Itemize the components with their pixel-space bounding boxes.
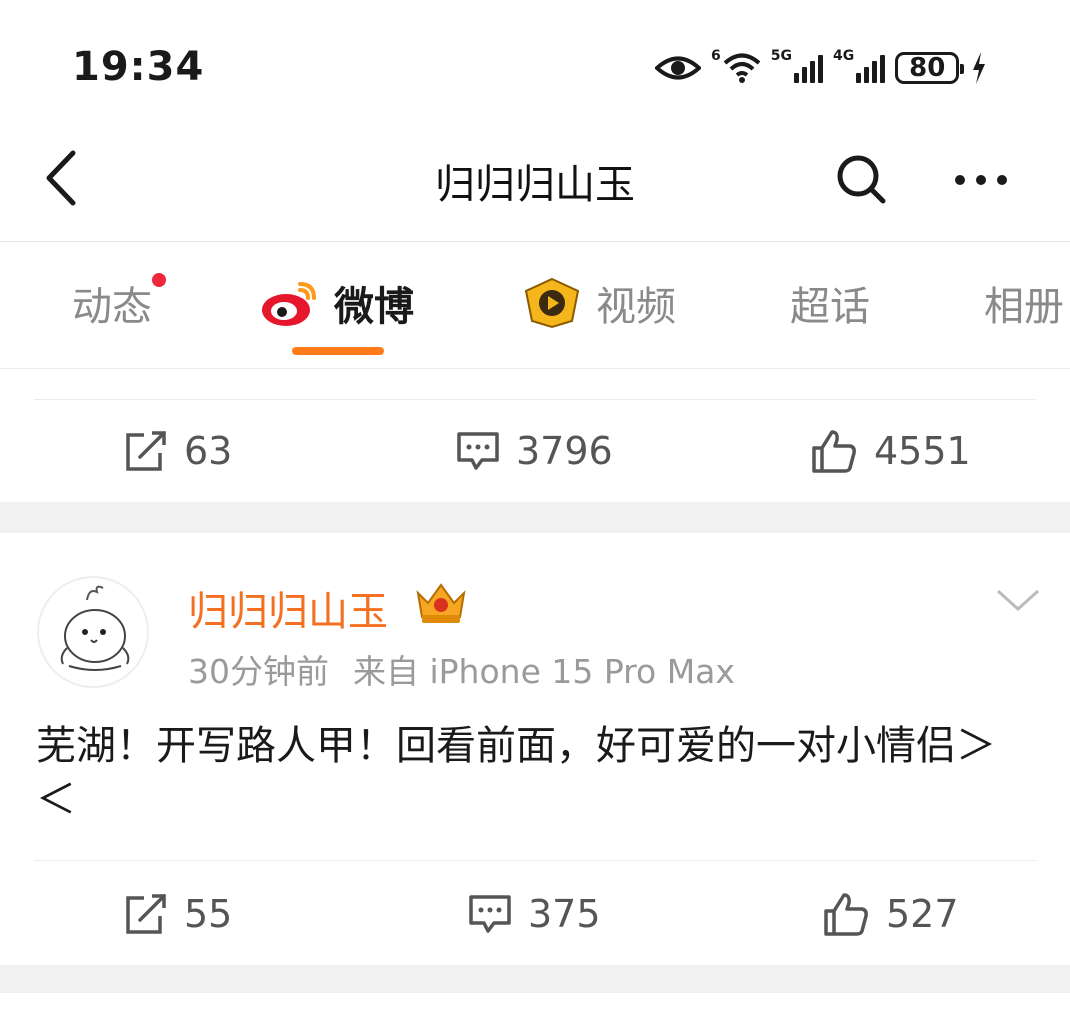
battery-level: 80 [909,53,946,83]
tab-label: 动态 [72,284,152,330]
tab-label: 微博 [334,284,414,330]
status-bar: 19:34 6 5G 4G 80 [0,0,1070,130]
active-tab-indicator [292,347,384,355]
repost-icon [126,431,166,471]
comment-count: 375 [528,892,601,936]
charging-bolt-icon [973,52,986,84]
tab-video[interactable]: 视频 [522,273,676,333]
repost-button[interactable]: 55 [122,863,232,965]
repost-icon [126,894,166,934]
status-time: 19:34 [72,44,205,90]
like-button[interactable]: 527 [822,863,959,965]
thumbs-up-icon [824,893,868,936]
tab-super-topic[interactable]: 超话 [790,273,870,333]
tab-label: 超话 [790,284,870,330]
tab-dynamics[interactable]: 动态 [72,273,166,333]
sim2-network-label: 4G [832,48,855,64]
page-title: 归归归山玉 [435,162,635,208]
post-content[interactable]: 芜湖！开写路人甲！回看前面，好可爱的一对小情侣＞ ＜ [36,719,1036,827]
search-icon [837,155,886,204]
tab-label: 视频 [596,284,676,330]
profile-header: 归归归山玉 [0,130,1070,242]
chevron-down-icon [996,589,1040,612]
post-menu-button[interactable] [994,581,1042,621]
more-options-button[interactable] [946,150,1016,210]
avatar[interactable] [37,576,149,688]
profile-tabs: 动态 微博 视频 超话 相册 [0,243,1070,369]
repost-count: 63 [184,429,233,473]
tab-album[interactable]: 相册 [984,273,1064,333]
sim1-signal-icon [793,53,823,83]
post-username[interactable]: 归归归山玉 [188,579,388,637]
eye-icon [655,56,701,80]
wifi-icon [723,53,761,83]
like-count: 4551 [874,429,971,473]
wifi-badge: 6 [711,48,721,64]
vip-crown-badge-icon [416,583,466,623]
thumbs-up-icon [812,430,856,473]
weibo-logo-icon [262,282,316,326]
more-dots-icon [955,175,1007,185]
comment-icon [469,895,511,933]
sim2-signal-icon [856,53,886,83]
post-card[interactable]: 归归归山玉 30分钟前 来自 iPhone 15 Pro Max 芜湖！开写路人… [0,533,1070,965]
feed-separator [0,965,1070,993]
post-action-bar: 55 375 527 [0,863,1070,965]
battery-icon: 80 [895,52,965,84]
repost-count: 55 [184,892,233,936]
post-meta: 30分钟前 来自 iPhone 15 Pro Max [188,645,735,693]
like-button[interactable]: 4551 [810,400,971,502]
tab-weibo[interactable]: 微博 [260,273,414,333]
avatar-chick-icon [60,585,130,671]
video-badge-icon [524,277,580,329]
notification-dot [152,273,166,287]
next-post-peek [0,993,1070,1035]
search-button[interactable] [830,150,894,210]
comment-icon [457,432,499,470]
status-icons: 6 5G 4G 80 [655,44,987,92]
tab-label: 相册 [984,284,1064,330]
post-time: 30分钟前 [188,652,329,691]
comment-button[interactable]: 375 [468,863,601,965]
comment-count: 3796 [516,429,613,473]
prev-post-action-bar: 63 3796 4551 [0,400,1070,502]
repost-button[interactable]: 63 [122,400,232,502]
comment-button[interactable]: 3796 [456,400,613,502]
like-count: 527 [886,892,959,936]
sim1-network-label: 5G [770,48,792,64]
post-source: 来自 iPhone 15 Pro Max [353,652,735,691]
divider [34,860,1036,861]
feed-separator [0,502,1070,533]
